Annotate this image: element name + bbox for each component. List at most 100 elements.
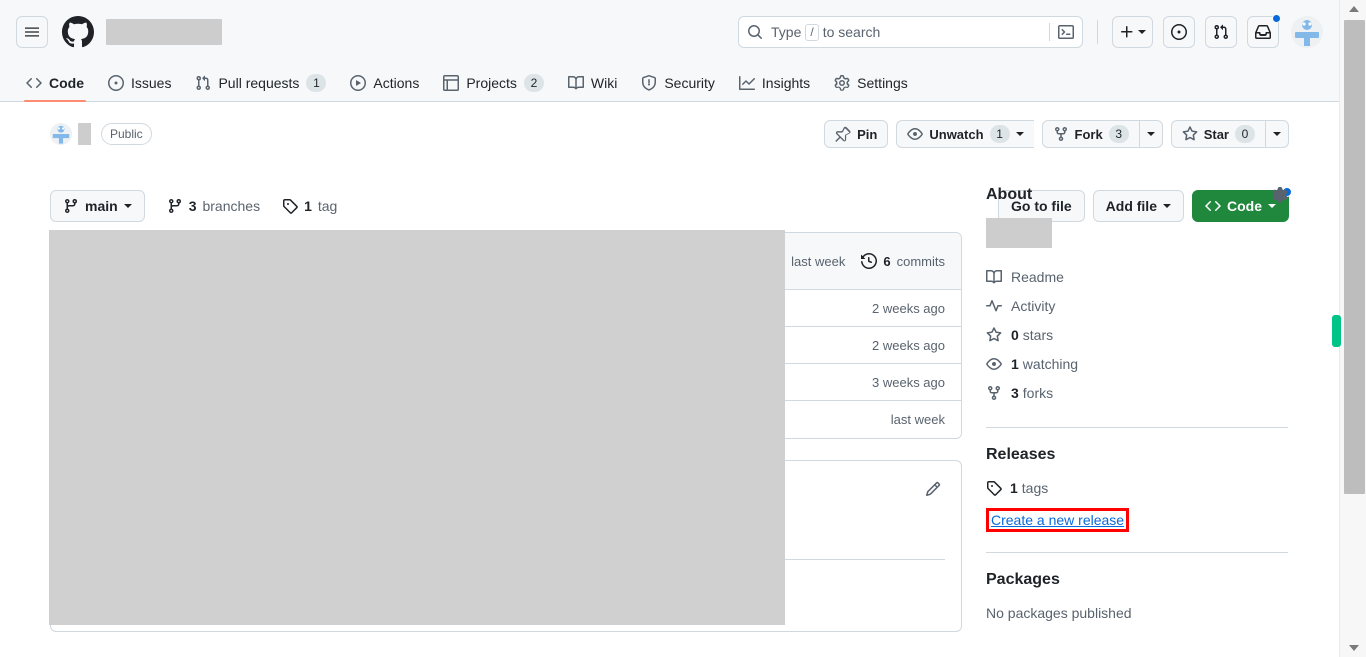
- repository-actions: Pin Unwatch 1 Fork 3 Star 0: [824, 120, 1289, 148]
- chevron-down-icon: [1273, 132, 1281, 136]
- forks-count: 3: [1011, 384, 1019, 401]
- book-icon: [986, 269, 1002, 285]
- tab-label: Code: [49, 74, 84, 91]
- sidebar-item-label: Readme: [1011, 268, 1064, 285]
- tab-counter: 1: [306, 73, 327, 92]
- create-new-button[interactable]: [1112, 16, 1153, 48]
- branch-selector-button[interactable]: main: [50, 190, 145, 222]
- tags-label: tag: [317, 198, 338, 214]
- commits-link[interactable]: 6 commits: [861, 253, 945, 269]
- tab-actions[interactable]: Actions: [340, 64, 429, 101]
- github-logo-icon[interactable]: [62, 16, 94, 48]
- releases-tags-count: 1: [1010, 480, 1018, 496]
- repo-forked-icon: [1053, 126, 1069, 142]
- gear-icon[interactable]: [1272, 187, 1288, 203]
- header-separator: [1097, 20, 1098, 44]
- packages-section-heading: Packages: [986, 571, 1288, 589]
- repository-title-row: Public Pin Unwatch 1 Fork 3 Star 0: [0, 103, 1339, 165]
- fork-counter: 3: [1108, 125, 1129, 143]
- packages-title: Packages: [986, 571, 1060, 588]
- git-branch-icon: [63, 198, 79, 214]
- slash-key-hint: /: [805, 23, 819, 41]
- tags-link[interactable]: 1 tag: [282, 198, 337, 214]
- unread-indicator: [1272, 14, 1281, 23]
- star-label: Star: [1203, 126, 1229, 142]
- fork-dropdown-button[interactable]: [1138, 120, 1163, 148]
- hamburger-menu-icon[interactable]: [16, 16, 48, 48]
- star-dropdown-button[interactable]: [1265, 120, 1289, 148]
- tab-code[interactable]: Code: [16, 64, 94, 102]
- fork-split-button: Fork 3: [1041, 120, 1163, 148]
- owner-avatar[interactable]: [50, 123, 72, 145]
- branches-link[interactable]: 3 branches: [167, 198, 260, 214]
- search-placeholder: Type / to search: [771, 23, 1041, 41]
- watching-count: 1: [1011, 355, 1019, 372]
- issues-button[interactable]: [1163, 16, 1195, 48]
- history-icon: [861, 253, 878, 269]
- scroll-down-arrow-icon[interactable]: [1340, 639, 1366, 657]
- unwatch-counter: 1: [989, 125, 1010, 143]
- repository-sidebar: About Readme Activity 0 stars 1 watching…: [986, 186, 1288, 621]
- unwatch-button[interactable]: Unwatch 1: [896, 120, 1034, 148]
- content-redaction-overlay: [49, 230, 785, 625]
- tab-label: Wiki: [590, 74, 618, 91]
- search-suffix: to search: [822, 24, 881, 40]
- star-counter: 0: [1235, 125, 1255, 143]
- star-button[interactable]: Star 0: [1170, 120, 1265, 148]
- pulse-icon: [986, 298, 1002, 314]
- code-icon: [26, 75, 42, 91]
- pin-label: Pin: [857, 126, 878, 142]
- global-header: Type / to search: [0, 0, 1339, 64]
- tab-insights[interactable]: Insights: [729, 64, 820, 101]
- file-row-time: 3 weeks ago: [872, 374, 945, 390]
- pin-button[interactable]: Pin: [824, 120, 889, 148]
- git-branch-icon: [167, 198, 183, 214]
- play-icon: [350, 74, 367, 91]
- search-input[interactable]: Type / to search: [738, 16, 1083, 48]
- releases-tags-link[interactable]: 1 tags: [986, 480, 1288, 496]
- tab-label: Settings: [857, 74, 908, 91]
- issue-opened-icon: [108, 74, 124, 91]
- tab-label: Pull requests: [218, 74, 300, 91]
- tag-icon: [282, 198, 298, 214]
- sidebar-item-watching[interactable]: 1 watching: [986, 349, 1288, 378]
- inbox-button[interactable]: [1247, 14, 1281, 48]
- tab-pull-requests[interactable]: Pull requests 1: [185, 64, 336, 101]
- eye-icon: [907, 126, 924, 142]
- book-icon: [567, 75, 584, 91]
- tab-security[interactable]: Security: [631, 64, 725, 101]
- fork-button[interactable]: Fork 3: [1041, 120, 1139, 148]
- create-new-release-link[interactable]: Create a new release: [991, 512, 1124, 528]
- pencil-icon[interactable]: [925, 481, 941, 497]
- commits-label: commits: [896, 253, 945, 269]
- sidebar-item-activity[interactable]: Activity: [986, 291, 1288, 320]
- scrollbar-thumb[interactable]: [1344, 20, 1365, 494]
- sidebar-item-stars[interactable]: 0 stars: [986, 320, 1288, 349]
- tab-settings[interactable]: Settings: [824, 64, 918, 101]
- status-badge: Public: [101, 123, 152, 145]
- fork-label: Fork: [1074, 126, 1103, 142]
- about-section-heading: About: [986, 186, 1288, 204]
- header-actions: Type / to search: [738, 14, 1323, 48]
- sidebar-item-forks[interactable]: 3 forks: [986, 378, 1288, 407]
- search-divider: [1049, 23, 1050, 41]
- file-row-time: last week: [890, 412, 945, 427]
- pull-requests-button[interactable]: [1205, 16, 1237, 48]
- packages-empty-text: No packages published: [986, 605, 1132, 621]
- star-icon: [1182, 126, 1198, 142]
- branches-label: branches: [202, 198, 261, 214]
- tab-wiki[interactable]: Wiki: [558, 64, 627, 101]
- about-title: About: [986, 186, 1033, 203]
- search-icon: [747, 24, 763, 40]
- tab-issues[interactable]: Issues: [98, 64, 181, 101]
- terminal-icon[interactable]: [1058, 24, 1074, 40]
- scroll-up-arrow-icon[interactable]: [1340, 0, 1366, 18]
- scrollbar[interactable]: [1332, 0, 1366, 657]
- tab-label: Projects: [466, 74, 517, 91]
- table-icon: [443, 74, 460, 91]
- user-avatar[interactable]: [1291, 16, 1323, 48]
- repo-name-redaction: [106, 19, 222, 45]
- sidebar-item-readme[interactable]: Readme: [986, 262, 1288, 291]
- tab-projects[interactable]: Projects 2: [433, 64, 554, 101]
- sidebar-item-label: Activity: [1011, 297, 1056, 314]
